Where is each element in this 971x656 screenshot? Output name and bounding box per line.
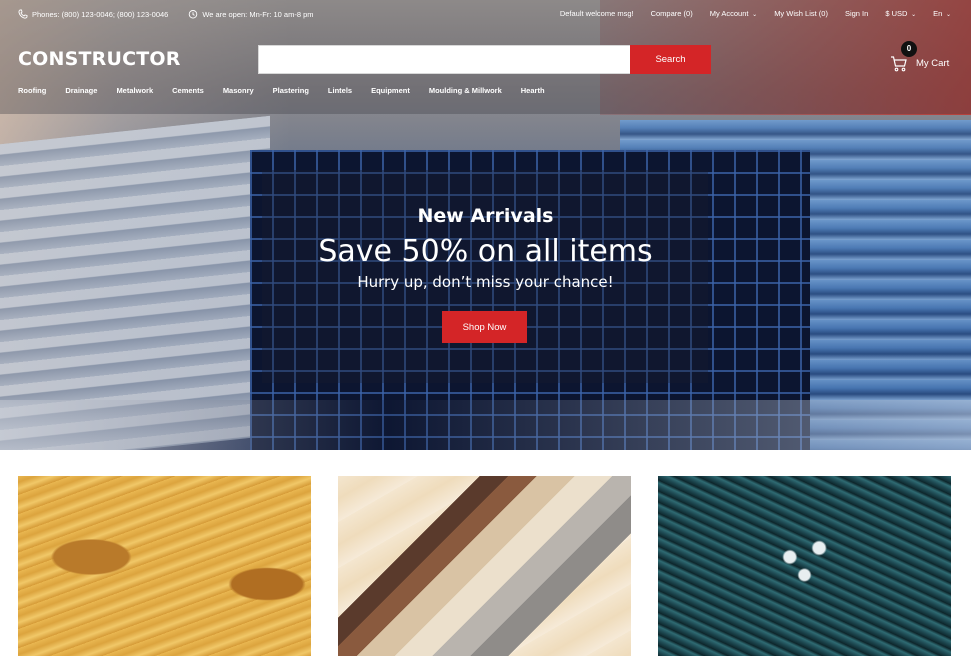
language-dropdown[interactable]: En ⌄ (933, 9, 951, 18)
mini-cart[interactable]: 0 My Cart (890, 41, 970, 81)
nav-item-masonry[interactable]: Masonry (223, 86, 254, 95)
category-card-lumber[interactable] (18, 476, 311, 656)
my-account-dropdown[interactable]: My Account ⌄ (710, 9, 757, 18)
chevron-down-icon: ⌄ (944, 12, 951, 18)
nav-item-hearth[interactable]: Hearth (521, 86, 545, 95)
shop-now-button[interactable]: Shop Now (442, 311, 527, 343)
phones-text: Phones: (800) 123-0046; (800) 123-0046 (32, 9, 169, 19)
hours-info: We are open: Mn-Fr: 10 am-8 pm (188, 9, 314, 19)
language-label: En (933, 9, 943, 18)
currency-dropdown[interactable]: $ USD ⌄ (885, 9, 916, 18)
category-card-flooring[interactable] (338, 476, 631, 656)
hero-bg-floor (0, 400, 971, 450)
search-form: Search (258, 45, 711, 74)
top-bar: Phones: (800) 123-0046; (800) 123-0046 W… (0, 0, 971, 28)
nav-item-lintels[interactable]: Lintels (328, 86, 352, 95)
phones-info: Phones: (800) 123-0046; (800) 123-0046 (18, 9, 168, 19)
cart-label: My Cart (916, 58, 950, 69)
nav-item-metalwork[interactable]: Metalwork (116, 86, 153, 95)
main-navigation: Roofing Drainage Metalwork Cements Mason… (18, 86, 564, 95)
site-logo[interactable]: CONSTRUCTOR (18, 48, 181, 70)
currency-label: $ USD (885, 9, 908, 18)
nav-item-plastering[interactable]: Plastering (273, 86, 309, 95)
cart-icon (890, 55, 908, 73)
wishlist-link[interactable]: My Wish List (0) (774, 9, 828, 18)
hours-text: We are open: Mn-Fr: 10 am-8 pm (202, 9, 314, 19)
my-account-label: My Account (709, 9, 749, 18)
nav-item-moulding-millwork[interactable]: Moulding & Millwork (429, 86, 502, 95)
promo-subtitle: Hurry up, don’t miss your chance! (357, 273, 614, 291)
nav-item-drainage[interactable]: Drainage (65, 86, 97, 95)
nav-item-cements[interactable]: Cements (172, 86, 204, 95)
compare-link[interactable]: Compare (0) (651, 9, 693, 18)
phone-icon (18, 9, 28, 19)
category-card-rebar[interactable] (658, 476, 951, 656)
promo-title: Save 50% on all items (318, 234, 653, 269)
chevron-down-icon: ⌄ (909, 12, 917, 18)
chevron-down-icon: ⌄ (750, 12, 758, 18)
nav-item-roofing[interactable]: Roofing (18, 86, 46, 95)
sign-in-link[interactable]: Sign In (845, 9, 868, 18)
search-button[interactable]: Search (630, 45, 711, 74)
search-input[interactable] (258, 45, 630, 74)
clock-icon (188, 9, 198, 19)
promo-kicker: New Arrivals (417, 205, 554, 227)
nav-item-equipment[interactable]: Equipment (371, 86, 410, 95)
welcome-message: Default welcome msg! (559, 9, 634, 18)
